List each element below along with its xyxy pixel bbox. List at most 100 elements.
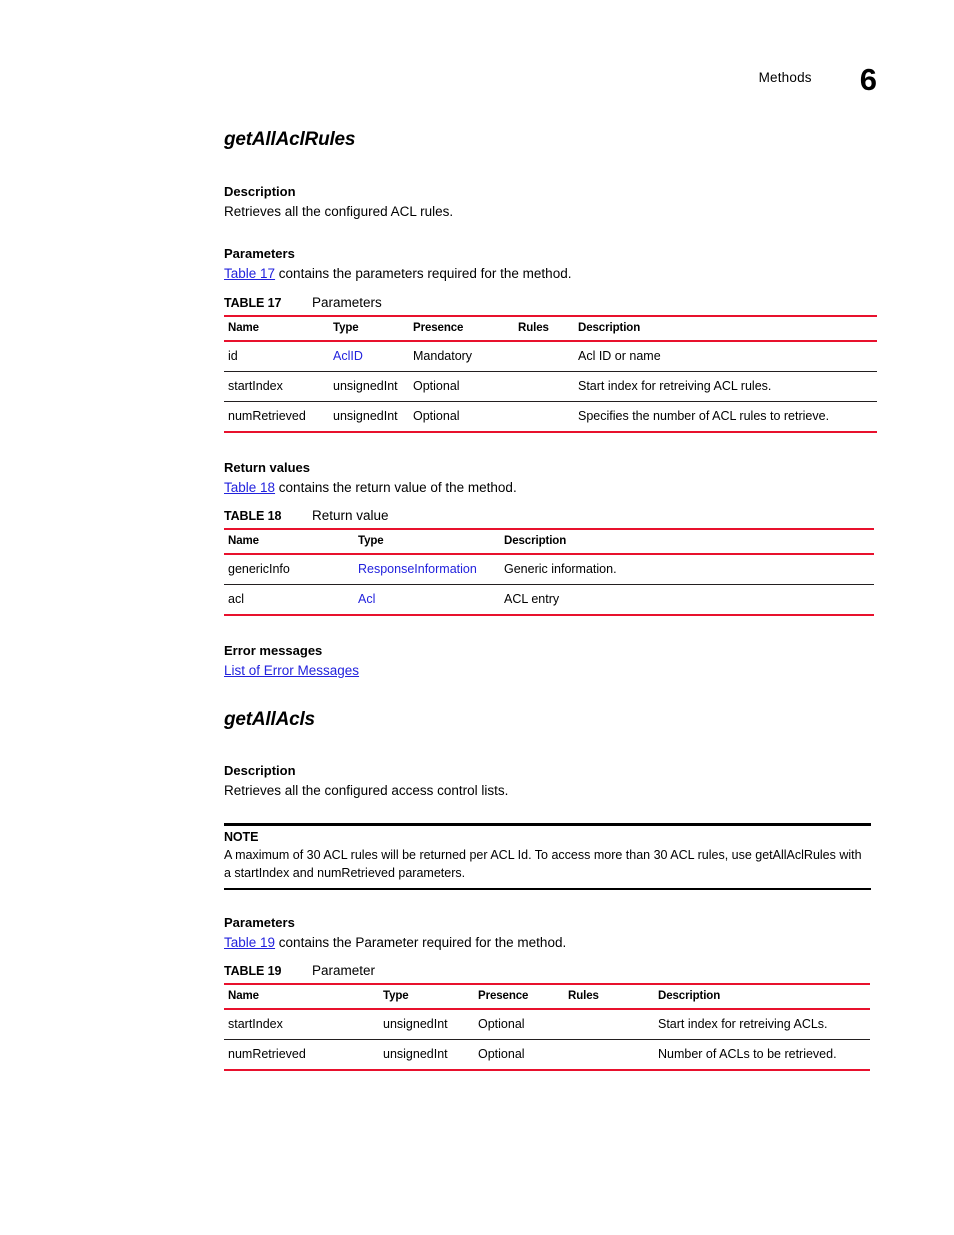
table-row: numRetrieved unsignedInt Optional Number… bbox=[224, 1039, 870, 1072]
table-19-xref[interactable]: Table 19 bbox=[224, 935, 275, 950]
description-heading-1: Description bbox=[224, 183, 296, 199]
note-admonition: NOTE A maximum of 30 ACL rules will be r… bbox=[224, 822, 871, 890]
cell-description: Start index for retreiving ACL rules. bbox=[574, 371, 877, 402]
cell-type-link[interactable]: Acl bbox=[354, 584, 500, 617]
method-title-getallacls: getAllAcls bbox=[224, 708, 315, 730]
error-messages-heading: Error messages bbox=[224, 643, 323, 659]
cell-type: unsignedInt bbox=[329, 401, 409, 433]
section-return-values-1: Return values Table 18 contains the retu… bbox=[224, 459, 879, 497]
cell-description: Generic information. bbox=[500, 554, 874, 586]
table-17-col-description: Description bbox=[574, 314, 877, 342]
table-18-header-row: Name Type Description bbox=[224, 528, 874, 556]
table-19-caption: TABLE 19 Parameter bbox=[224, 963, 870, 978]
cell-type: unsignedInt bbox=[379, 1039, 474, 1072]
table-row: acl Acl ACL entry bbox=[224, 584, 874, 617]
cell-rules bbox=[514, 371, 574, 402]
table-19-block: TABLE 19 Parameter Name Type Presence Ru… bbox=[224, 963, 870, 1072]
document-page: Methods 6 getAllAclRules Description Ret… bbox=[0, 0, 954, 1235]
cell-presence: Optional bbox=[474, 1039, 564, 1072]
note-text: A maximum of 30 ACL rules will be return… bbox=[224, 847, 862, 880]
table-19-number: TABLE 19 bbox=[224, 964, 282, 979]
cell-name: startIndex bbox=[224, 371, 329, 402]
description-text-2: Retrieves all the configured access cont… bbox=[224, 783, 509, 799]
cell-rules bbox=[514, 401, 574, 433]
table-17-col-rules: Rules bbox=[514, 314, 574, 342]
table-19-title: Parameter bbox=[312, 963, 376, 979]
return-values-heading: Return values bbox=[224, 459, 310, 475]
cell-type-link[interactable]: ResponseInformation bbox=[354, 554, 500, 586]
table-18-number: TABLE 18 bbox=[224, 509, 282, 524]
table-17-block: TABLE 17 Parameters Name Type Presence R… bbox=[224, 295, 877, 433]
table-19-col-presence: Presence bbox=[474, 983, 564, 1011]
table-17-number: TABLE 17 bbox=[224, 295, 282, 310]
method-title-getallaclrules: getAllAclRules bbox=[224, 129, 356, 150]
cell-name: acl bbox=[224, 584, 354, 617]
parameters-heading-1: Parameters bbox=[224, 246, 295, 262]
description-text-1: Retrieves all the configured ACL rules. bbox=[224, 203, 454, 219]
table-row: numRetrieved unsignedInt Optional Specif… bbox=[224, 401, 877, 433]
table-19-col-description: Description bbox=[654, 983, 870, 1011]
table-row: startIndex unsignedInt Optional Start in… bbox=[224, 1009, 870, 1041]
cell-description: Number of ACLs to be retrieved. bbox=[654, 1039, 870, 1072]
cell-name: numRetrieved bbox=[224, 401, 329, 433]
table-18-caption: TABLE 18 Return value bbox=[224, 508, 874, 523]
cell-description: Specifies the number of ACL rules to ret… bbox=[574, 401, 877, 433]
cell-rules bbox=[514, 340, 574, 372]
table-17-col-type: Type bbox=[329, 314, 409, 342]
cell-type: unsignedInt bbox=[329, 371, 409, 402]
section-parameters-1: Parameters Table 17 contains the paramet… bbox=[224, 245, 879, 283]
table-18-col-description: Description bbox=[500, 528, 874, 556]
table-row: genericInfo ResponseInformation Generic … bbox=[224, 554, 874, 586]
parameters-intro-rest-2: contains the Parameter required for the … bbox=[275, 934, 567, 950]
table-18-col-type: Type bbox=[354, 528, 500, 556]
cell-presence: Optional bbox=[409, 371, 514, 402]
page-content: getAllAclRules Description Retrieves all… bbox=[224, 129, 879, 1072]
cell-rules bbox=[564, 1039, 654, 1072]
table-17: Name Type Presence Rules Description id … bbox=[224, 314, 877, 433]
cell-name: numRetrieved bbox=[224, 1039, 379, 1072]
cell-name: id bbox=[224, 340, 329, 372]
header-title: Methods bbox=[758, 70, 812, 85]
table-19-col-name: Name bbox=[224, 983, 379, 1011]
cell-presence: Optional bbox=[474, 1009, 564, 1041]
table-19-col-rules: Rules bbox=[564, 983, 654, 1011]
list-of-error-messages-link[interactable]: List of Error Messages bbox=[224, 663, 359, 678]
table-18-col-name: Name bbox=[224, 528, 354, 556]
parameters-intro-2: Table 19 contains the Parameter required… bbox=[224, 933, 879, 953]
section-parameters-2: Parameters Table 19 contains the Paramet… bbox=[224, 914, 879, 952]
chapter-number: 6 bbox=[859, 62, 877, 97]
return-intro-rest: contains the return value of the method. bbox=[275, 479, 517, 495]
note-label: NOTE bbox=[224, 829, 259, 844]
cell-presence: Optional bbox=[409, 401, 514, 433]
error-messages-link-wrap: List of Error Messages bbox=[224, 661, 879, 681]
table-17-title: Parameters bbox=[312, 294, 382, 310]
cell-description: Start index for retreiving ACLs. bbox=[654, 1009, 870, 1041]
parameters-intro-1: Table 17 contains the parameters require… bbox=[224, 264, 879, 284]
running-header: Methods 6 bbox=[0, 56, 877, 95]
table-18-block: TABLE 18 Return value Name Type Descript… bbox=[224, 508, 874, 617]
table-row: startIndex unsignedInt Optional Start in… bbox=[224, 371, 877, 402]
section-description-2: Description Retrieves all the configured… bbox=[224, 762, 879, 800]
cell-description: Acl ID or name bbox=[574, 340, 877, 372]
table-17-xref[interactable]: Table 17 bbox=[224, 266, 275, 281]
table-18: Name Type Description genericInfo Respon… bbox=[224, 528, 874, 617]
table-19-header-row: Name Type Presence Rules Description bbox=[224, 983, 870, 1011]
table-18-xref[interactable]: Table 18 bbox=[224, 480, 275, 495]
cell-description: ACL entry bbox=[500, 584, 874, 617]
table-17-header-row: Name Type Presence Rules Description bbox=[224, 314, 877, 342]
table-row: id AclID Mandatory Acl ID or name bbox=[224, 340, 877, 372]
parameters-intro-rest-1: contains the parameters required for the… bbox=[275, 266, 572, 282]
cell-rules bbox=[564, 1009, 654, 1041]
cell-name: startIndex bbox=[224, 1009, 379, 1041]
parameters-heading-2: Parameters bbox=[224, 914, 295, 930]
section-error-messages-1: Error messages List of Error Messages bbox=[224, 642, 879, 680]
table-19-col-type: Type bbox=[379, 983, 474, 1011]
cell-type: unsignedInt bbox=[379, 1009, 474, 1041]
section-description-1: Description Retrieves all the configured… bbox=[224, 183, 879, 221]
table-18-title: Return value bbox=[312, 508, 389, 524]
return-values-intro: Table 18 contains the return value of th… bbox=[224, 478, 879, 498]
table-17-col-name: Name bbox=[224, 314, 329, 342]
cell-name: genericInfo bbox=[224, 554, 354, 586]
table-19: Name Type Presence Rules Description sta… bbox=[224, 983, 870, 1072]
cell-type-link[interactable]: AclID bbox=[329, 340, 409, 372]
